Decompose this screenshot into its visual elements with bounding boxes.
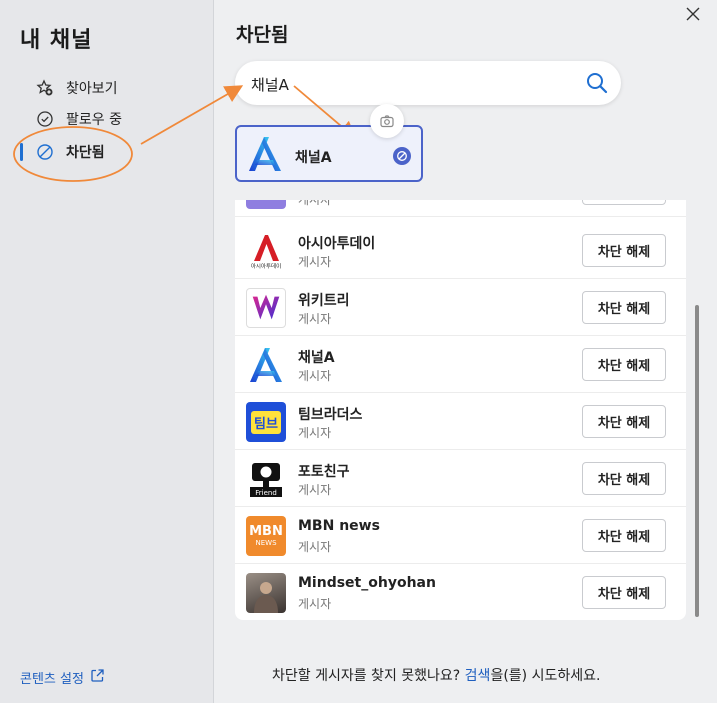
list-item: 채널A 게시자 차단 해제 (235, 336, 686, 393)
mbn-logo-text: MBN (249, 523, 283, 539)
external-link-icon (90, 668, 105, 687)
bottom-note-suffix: 을(를) 시도하세요. (490, 668, 601, 684)
teambrothers-logo-text: 팀브 (251, 410, 281, 434)
sidebar-title: 내 채널 (20, 28, 93, 53)
close-button[interactable] (683, 4, 703, 24)
check-circle-icon (36, 110, 54, 128)
publisher-name: 채널A (298, 350, 335, 366)
block-icon (393, 147, 411, 165)
bottom-note: 차단할 게시자를 찾지 못했나요? 검색을(를) 시도하세요. (272, 665, 600, 685)
publisher-role: 게시자 (298, 369, 332, 383)
unblock-button[interactable]: 차단 해제 (582, 291, 666, 324)
list-item: 게시자 (235, 200, 686, 217)
wikitree-logo (246, 288, 286, 328)
list-item: 위키트리 게시자 차단 해제 (235, 279, 686, 336)
unblock-button[interactable]: 차단 해제 (582, 462, 666, 495)
mindset-logo (246, 573, 286, 613)
search-box (235, 61, 621, 107)
channel-a-logo (246, 345, 286, 385)
photochingu-logo-text: Friend (255, 489, 277, 497)
bottom-note-prefix: 차단할 게시자를 찾지 못했나요? (272, 668, 465, 684)
unblock-button[interactable] (582, 200, 666, 205)
sidebar-item-following[interactable]: 팔로우 중 (20, 106, 200, 132)
publisher-role: 게시자 (298, 200, 332, 207)
sidebar: 내 채널 찾아보기 팔로우 중 차단됨 콘텐츠 설정 (0, 0, 214, 703)
unblock-button[interactable]: 차단 해제 (582, 405, 666, 438)
publisher-name: Mindset_ohyohan (298, 575, 436, 591)
photochingu-logo: Friend (246, 459, 286, 499)
camera-icon[interactable] (370, 104, 404, 138)
publisher-role: 게시자 (298, 597, 332, 611)
publisher-role: 게시자 (298, 312, 332, 326)
list-item: 아시아투데이 아시아투데이 게시자 차단 해제 (235, 222, 686, 279)
mbn-logo-subtext: NEWS (255, 538, 277, 547)
list-item: MBN NEWS MBN news 게시자 차단 해제 (235, 507, 686, 564)
sidebar-item-label: 차단됨 (66, 145, 105, 161)
publisher-name: 포토친구 (298, 464, 350, 480)
publisher-name: MBN news (298, 518, 380, 534)
search-link[interactable]: 검색 (465, 668, 491, 684)
sidebar-item-label: 찾아보기 (66, 81, 118, 97)
asiatoday-logo: 아시아투데이 (246, 231, 286, 271)
asiatoday-logo-text: 아시아투데이 (251, 262, 281, 270)
list-item: Friend 포토친구 게시자 차단 해제 (235, 450, 686, 507)
star-add-icon (36, 79, 54, 97)
blocked-list: 게시자 아시아투데이 아시아투데이 게시자 차단 해제 위키트리 게시자 차단 … (235, 200, 686, 620)
unblock-button[interactable]: 차단 해제 (582, 348, 666, 381)
list-item: Mindset_ohyohan 게시자 차단 해제 (235, 564, 686, 620)
sidebar-item-explore[interactable]: 찾아보기 (20, 75, 200, 101)
unblock-button[interactable]: 차단 해제 (582, 234, 666, 267)
scrollbar[interactable] (695, 305, 699, 617)
content-settings-label: 콘텐츠 설정 (20, 672, 84, 687)
publisher-role: 게시자 (298, 540, 332, 554)
sidebar-item-label: 팔로우 중 (66, 112, 122, 128)
publisher-name: 위키트리 (298, 293, 350, 309)
mbn-logo: MBN NEWS (246, 516, 286, 556)
search-icon[interactable] (585, 71, 609, 95)
publisher-name: 아시아투데이 (298, 236, 376, 252)
page-title: 차단됨 (236, 24, 289, 46)
block-icon (36, 143, 54, 161)
main-panel: 차단됨 채널A 게시자 아시아투데이 (214, 0, 717, 703)
publisher-role: 게시자 (298, 426, 332, 440)
publisher-role: 게시자 (298, 255, 332, 269)
unblock-button[interactable]: 차단 해제 (582, 519, 666, 552)
publisher-logo (246, 200, 286, 209)
content-settings-link[interactable]: 콘텐츠 설정 (20, 668, 105, 687)
sidebar-item-blocked[interactable]: 차단됨 (20, 139, 200, 165)
search-result-name: 채널A (295, 150, 332, 166)
publisher-name: 팀브라더스 (298, 407, 363, 423)
channel-a-logo (245, 134, 285, 174)
teambrothers-logo: 팀브 (246, 402, 286, 442)
close-icon (686, 7, 700, 21)
unblock-button[interactable]: 차단 해제 (582, 576, 666, 609)
active-indicator (20, 143, 23, 161)
list-item: 팀브 팀브라더스 게시자 차단 해제 (235, 393, 686, 450)
search-input[interactable] (249, 61, 573, 107)
publisher-role: 게시자 (298, 483, 332, 497)
